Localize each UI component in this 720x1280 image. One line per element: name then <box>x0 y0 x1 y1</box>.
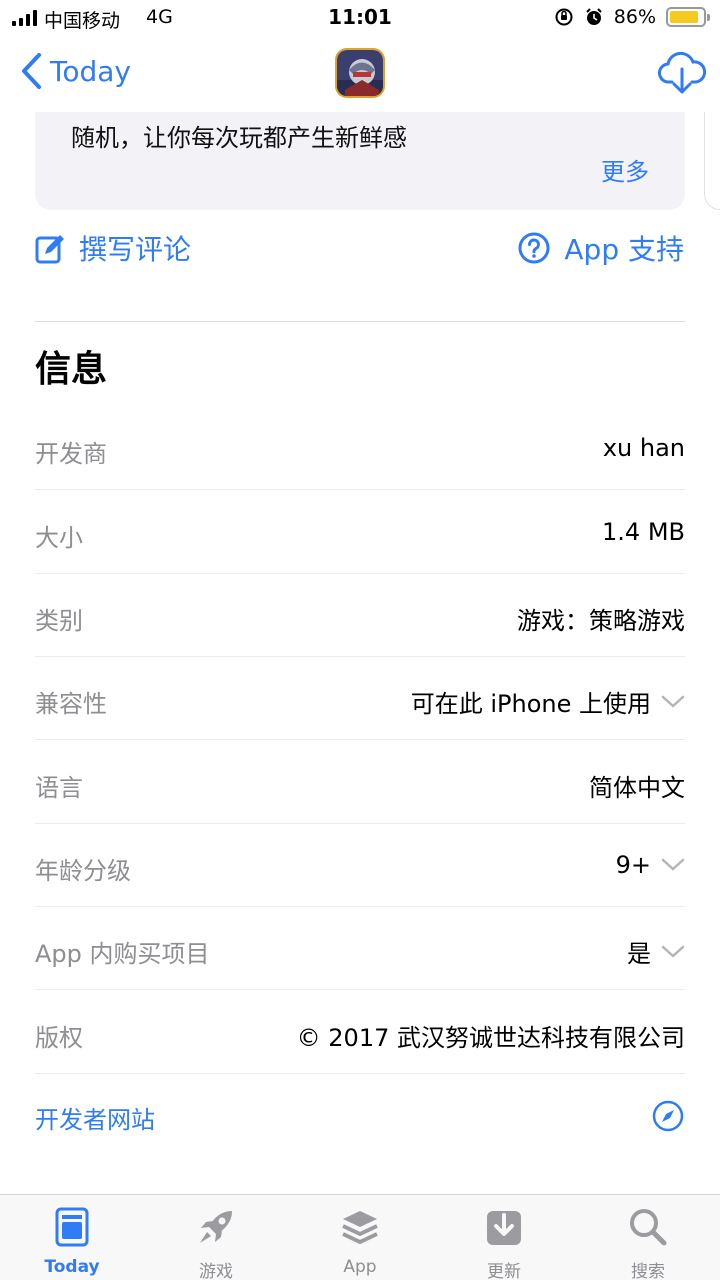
description-text: 随机，让你每次玩都产生新鲜感 <box>71 124 407 152</box>
tab-today[interactable]: Today <box>0 1195 144 1280</box>
today-icon <box>55 1207 89 1247</box>
row-value-text: © 2017 武汉努诚世达科技有限公司 <box>296 1024 685 1052</box>
info-row-developer: 开发商 xu han <box>35 406 685 490</box>
row-value-text: xu han <box>602 434 685 462</box>
row-label: 年龄分级 <box>35 857 131 885</box>
row-value: 是 <box>627 934 685 969</box>
info-row-in-app-purchases[interactable]: App 内购买项目 是 <box>35 906 685 990</box>
info-row-compatibility[interactable]: 兼容性 可在此 iPhone 上使用 <box>35 656 685 740</box>
row-label: 兼容性 <box>35 690 107 718</box>
app-support-label: App 支持 <box>564 233 684 266</box>
tab-label: Today <box>44 1257 100 1277</box>
back-label: Today <box>50 54 131 88</box>
tab-apps[interactable]: App <box>288 1195 432 1280</box>
row-value: © 2017 武汉努诚世达科技有限公司 <box>297 1018 685 1053</box>
question-circle-icon <box>518 232 550 264</box>
download-tray-icon <box>487 1211 521 1245</box>
search-icon <box>630 1209 667 1246</box>
row-value: xu han <box>603 434 685 462</box>
row-label: 类别 <box>35 607 83 635</box>
info-row-age-rating[interactable]: 年龄分级 9+ <box>35 823 685 907</box>
download-cloud-button[interactable] <box>658 51 707 100</box>
tab-label: 搜索 <box>631 1262 665 1280</box>
more-button[interactable]: 更多 <box>601 152 649 187</box>
status-bar: 中国移动 4G 11:01 86% <box>0 0 720 36</box>
chevron-down-icon <box>661 695 685 708</box>
app-icon <box>335 48 385 98</box>
info-row-size: 大小 1.4 MB <box>35 490 685 574</box>
row-label: 语言 <box>35 774 83 802</box>
tab-label: 更新 <box>487 1262 521 1280</box>
tab-search[interactable]: 搜索 <box>576 1195 720 1280</box>
row-label: 开发商 <box>35 440 107 468</box>
tab-label: 游戏 <box>199 1262 233 1280</box>
row-value-text: 游戏：策略游戏 <box>517 607 685 635</box>
info-row-language: 语言 简体中文 <box>35 740 685 824</box>
row-value-text: 1.4 MB <box>602 518 685 546</box>
tab-updates[interactable]: 更新 <box>432 1195 576 1280</box>
row-value-text: 是 <box>627 940 651 968</box>
battery-percent: 86% <box>613 6 656 28</box>
layers-icon <box>342 1211 378 1244</box>
row-label: App 内购买项目 <box>35 940 210 968</box>
chevron-down-icon <box>661 858 685 871</box>
row-value: 9+ <box>616 851 685 879</box>
row-value-text: 9+ <box>615 851 651 879</box>
chevron-left-icon <box>22 53 41 89</box>
developer-website-link[interactable]: 开发者网站 <box>35 1100 155 1135</box>
row-value: 游戏：策略游戏 <box>517 601 685 636</box>
info-row-category: 类别 游戏：策略游戏 <box>35 573 685 657</box>
compass-icon <box>652 1100 684 1132</box>
info-section-title: 信息 <box>35 349 108 390</box>
row-label: 版权 <box>35 1024 83 1052</box>
status-right-group: 86% <box>554 6 710 28</box>
back-button[interactable]: Today <box>20 52 131 90</box>
row-value: 1.4 MB <box>602 518 685 546</box>
chevron-down-icon <box>661 945 685 958</box>
alarm-icon <box>586 8 602 25</box>
row-label: 大小 <box>35 524 83 552</box>
section-divider <box>35 321 685 322</box>
orientation-lock-icon <box>555 8 573 26</box>
info-row-copyright: 版权 © 2017 武汉努诚世达科技有限公司 <box>35 990 685 1074</box>
row-value-text: 简体中文 <box>589 774 685 802</box>
row-value: 简体中文 <box>589 768 685 803</box>
write-review-label: 撰写评论 <box>79 233 192 266</box>
tab-bar: Today 游戏 App 更新 搜索 <box>0 1194 720 1280</box>
write-review-button[interactable]: 撰写评论 <box>35 228 191 268</box>
app-support-button[interactable]: App 支持 <box>518 228 684 268</box>
cloud-download-icon <box>658 51 707 94</box>
battery-fill <box>670 11 698 23</box>
compose-icon <box>35 235 64 264</box>
battery-icon <box>666 7 710 27</box>
row-value-text: 可在此 iPhone 上使用 <box>410 690 651 718</box>
rocket-icon <box>200 1211 232 1243</box>
tab-label: App <box>343 1257 377 1277</box>
row-value: 可在此 iPhone 上使用 <box>411 684 685 719</box>
navigation-bar: Today <box>0 36 720 112</box>
developer-website-button[interactable] <box>652 1100 684 1136</box>
tab-games[interactable]: 游戏 <box>144 1195 288 1280</box>
